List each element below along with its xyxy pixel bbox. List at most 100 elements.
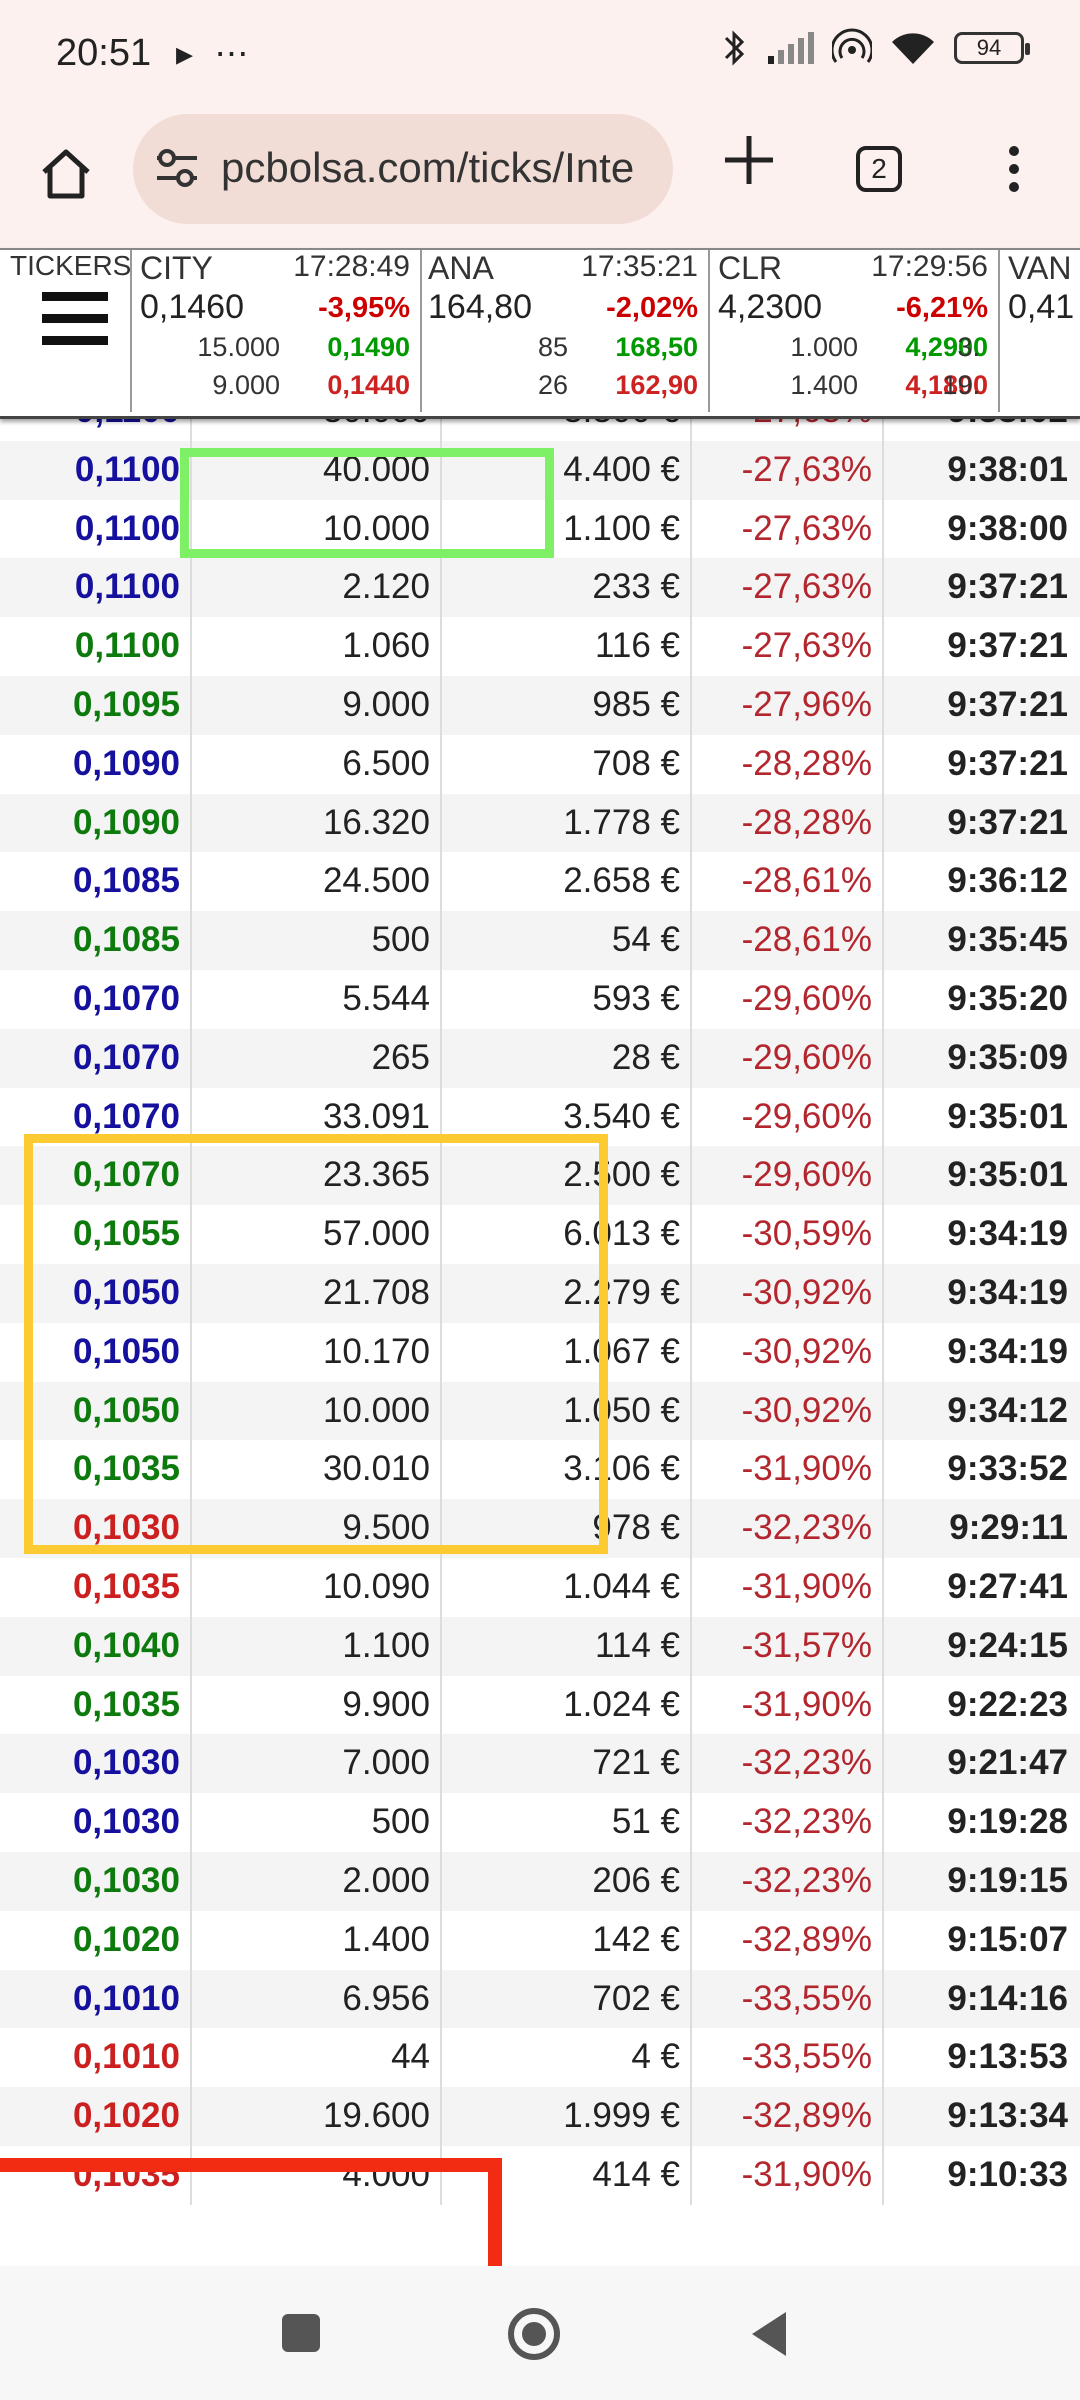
url-text[interactable]: pcbolsa.com/ticks/Inte bbox=[221, 144, 634, 192]
tick-change: -30,92% bbox=[692, 1381, 884, 1441]
yellow-highlight-box bbox=[24, 1134, 608, 1554]
tick-change: -32,89% bbox=[692, 1910, 884, 1970]
tick-volume: 5.544 bbox=[192, 969, 442, 1029]
tick-price: 0,1035 bbox=[0, 1675, 192, 1735]
tick-volume: 2.000 bbox=[192, 1851, 442, 1911]
tab-switcher-button[interactable]: 2 bbox=[856, 146, 902, 192]
tick-change: -31,90% bbox=[692, 2145, 884, 2205]
tick-time: 9:35:45 bbox=[947, 920, 1068, 960]
tick-amount: 1.778 € bbox=[442, 793, 692, 853]
tick-time: 9:34:19 bbox=[947, 1272, 1068, 1312]
tick-change: -31,57% bbox=[692, 1616, 884, 1676]
ticker-card[interactable]: CITY 17:28:49 0,1460 -3,95% 15.000 0,1490 9.00… bbox=[132, 250, 422, 412]
tick-amount: 51 € bbox=[442, 1793, 692, 1852]
ticker-bid-volume: 15.000 bbox=[197, 332, 280, 362]
tick-change: -27,63% bbox=[692, 440, 884, 500]
home-button[interactable] bbox=[30, 138, 102, 210]
tick-volume: 19.600 bbox=[192, 2087, 442, 2146]
ticker-bid: 168,50 bbox=[615, 332, 698, 362]
table-row: 0,1085 24.500 2.658 € -28,61% 9:36:12 bbox=[0, 852, 1080, 912]
home-nav-button[interactable] bbox=[508, 2308, 560, 2360]
ticker-card[interactable]: VAN 0,41 3. 19. bbox=[942, 250, 1080, 412]
tick-time: 9:37:21 bbox=[947, 626, 1068, 666]
ticker-price: 4,2300 bbox=[718, 288, 822, 326]
tick-change: -28,28% bbox=[692, 734, 884, 794]
back-button[interactable] bbox=[752, 2312, 786, 2356]
tick-price: 0,1090 bbox=[0, 793, 192, 853]
recents-button[interactable] bbox=[282, 2314, 320, 2352]
tick-time: 9:35:01 bbox=[947, 1096, 1068, 1136]
tick-amount: 206 € bbox=[442, 1851, 692, 1911]
more-dot-icon bbox=[1009, 164, 1019, 174]
tick-time: 9:35:20 bbox=[947, 978, 1068, 1018]
table-row: 0,1100 2.120 233 € -27,63% 9:37:21 bbox=[0, 558, 1080, 618]
table-row: 0,1085 500 54 € -28,61% 9:35:45 bbox=[0, 911, 1080, 970]
ticker-bid-volume: 1.000 bbox=[790, 332, 858, 362]
tick-time: 9:19:28 bbox=[947, 1802, 1068, 1842]
tick-time: 9:38:01 bbox=[947, 449, 1068, 489]
tick-time: 9:10:33 bbox=[947, 2154, 1068, 2194]
tick-time: 9:33:52 bbox=[947, 1449, 1068, 1489]
tick-price: 0,1100 bbox=[0, 440, 192, 500]
site-settings-icon[interactable] bbox=[153, 146, 201, 190]
tick-change: -33,55% bbox=[692, 2028, 884, 2088]
tick-change: -29,60% bbox=[692, 1028, 884, 1088]
tick-price: 0,1020 bbox=[0, 2087, 192, 2146]
battery-icon: 94 bbox=[954, 32, 1030, 64]
tick-change: -27,63% bbox=[692, 617, 884, 676]
ticker-symbol: ANA bbox=[428, 250, 494, 286]
tick-time: 9:14:16 bbox=[947, 1978, 1068, 2018]
tick-time: 9:13:34 bbox=[947, 2096, 1068, 2136]
ticker-card[interactable]: ANA 17:35:21 164,80 -2,02% 85 168,50 26 162,90 bbox=[420, 250, 710, 412]
hotspot-icon bbox=[832, 28, 872, 63]
more-menu-button[interactable] bbox=[996, 142, 1032, 198]
browser-toolbar: pcbolsa.com/ticks/Inte 2 bbox=[0, 108, 1080, 248]
tickers-strip: TICKERS CITY 17:28:49 0,1460 -3,95% 15.000 0,… bbox=[0, 248, 1080, 419]
tick-price: 0,1030 bbox=[0, 1851, 192, 1911]
tick-change: -32,23% bbox=[692, 1499, 884, 1558]
tick-time: 9:35:01 bbox=[947, 1155, 1068, 1195]
tick-change: -28,61% bbox=[692, 852, 884, 912]
tick-volume: 500 bbox=[192, 1793, 442, 1852]
tick-volume: 2.120 bbox=[192, 558, 442, 618]
ticker-bid-volume: 85 bbox=[537, 332, 568, 362]
tick-change: -32,23% bbox=[692, 1793, 884, 1852]
tick-change: -27,63% bbox=[692, 558, 884, 618]
battery-level: 94 bbox=[976, 35, 1002, 60]
tick-volume: 1.060 bbox=[192, 617, 442, 676]
ticker-ask: 162,90 bbox=[615, 370, 698, 400]
tick-amount: 593 € bbox=[442, 969, 692, 1029]
tick-change: -29,60% bbox=[692, 969, 884, 1029]
tick-change: -32,23% bbox=[692, 1851, 884, 1911]
tick-change: -29,60% bbox=[692, 1146, 884, 1206]
tick-change: -30,59% bbox=[692, 1205, 884, 1264]
ticker-price: 0,41 bbox=[1008, 288, 1075, 326]
ticker-change: -6,21% bbox=[896, 292, 988, 324]
new-tab-button[interactable] bbox=[714, 130, 784, 200]
table-row: 0,1070 5.544 593 € -29,60% 9:35:20 bbox=[0, 969, 1080, 1029]
tick-change: -29,60% bbox=[692, 1087, 884, 1147]
tick-time: 9:35:09 bbox=[947, 1037, 1068, 1077]
tick-price: 0,1040 bbox=[0, 1616, 192, 1676]
tick-price: 0,1100 bbox=[0, 558, 192, 618]
tick-volume: 1.400 bbox=[192, 1910, 442, 1970]
ticker-ask-volume: 9.000 bbox=[212, 370, 280, 400]
tickers-menu-button[interactable]: TICKERS bbox=[0, 250, 132, 412]
table-row: 0,1090 16.320 1.778 € -28,28% 9:37:21 bbox=[0, 793, 1080, 853]
table-row: 0,1010 6.956 702 € -33,55% 9:14:16 bbox=[0, 1969, 1080, 2029]
table-row: 0,1035 9.900 1.024 € -31,90% 9:22:23 bbox=[0, 1675, 1080, 1735]
tick-change: -28,28% bbox=[692, 793, 884, 853]
ticker-ask-volume: 1.400 bbox=[790, 370, 858, 400]
tick-amount: 1.999 € bbox=[442, 2087, 692, 2146]
ticker-change: -3,95% bbox=[318, 292, 410, 324]
tick-price: 0,1100 bbox=[0, 617, 192, 676]
tick-volume: 500 bbox=[192, 911, 442, 970]
ticker-bid: 0,1490 bbox=[327, 332, 410, 362]
address-bar[interactable]: pcbolsa.com/ticks/Inte bbox=[133, 114, 673, 224]
tick-volume: 9.000 bbox=[192, 675, 442, 735]
tick-change: -32,23% bbox=[692, 1734, 884, 1794]
tick-time: 9:37:21 bbox=[947, 567, 1068, 607]
tick-price: 0,1030 bbox=[0, 1793, 192, 1852]
status-bar: 20:51 ▸ ⋯ 94 bbox=[0, 0, 1080, 108]
tick-price: 0,1085 bbox=[0, 852, 192, 912]
